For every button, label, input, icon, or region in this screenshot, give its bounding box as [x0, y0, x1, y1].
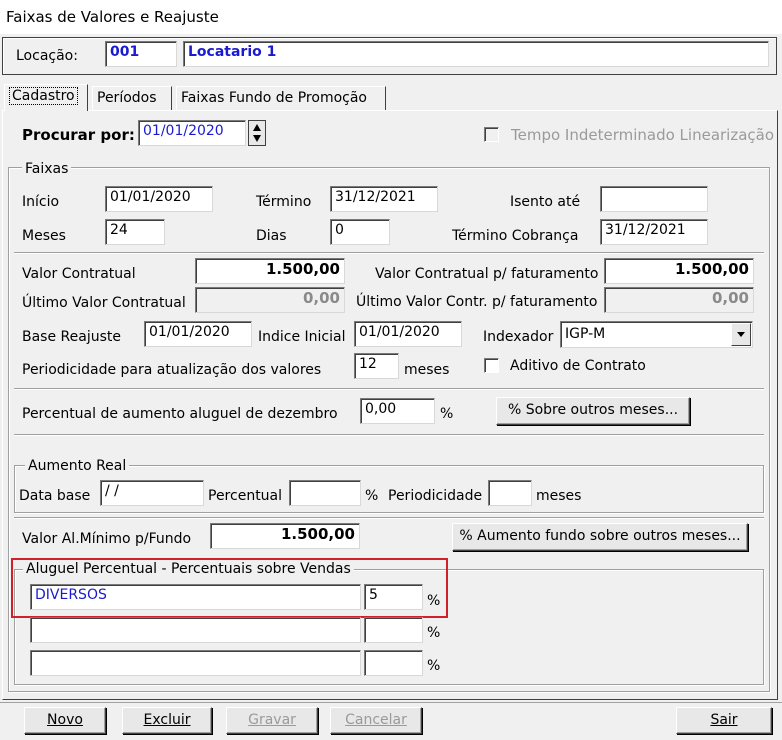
periodicidade-field[interactable]: 12	[354, 353, 399, 379]
valor-contratual-field[interactable]: 1.500,00	[195, 258, 345, 284]
ultimo-valor-fat-label: Último Valor Contr. p/ faturamento	[356, 294, 598, 310]
excluir-label: Excluir	[143, 712, 191, 728]
excluir-button[interactable]: Excluir	[122, 707, 212, 734]
aluguel-percent-field-2[interactable]	[364, 617, 423, 643]
aumento-fundo-button[interactable]: % Aumento fundo sobre outros meses...	[452, 523, 748, 551]
base-reajuste-label: Base Reajuste	[22, 329, 121, 345]
valor-contratual-label: Valor Contratual	[22, 266, 136, 282]
periodicidade-real-field[interactable]	[488, 480, 532, 506]
meses-field[interactable]: 24	[105, 219, 165, 245]
periodicidade-real-label: Periodicidade	[388, 488, 483, 504]
meses-label: Meses	[22, 228, 66, 244]
percentual-dez-label: Percentual de aumento aluguel de dezembr…	[22, 406, 338, 422]
periodicidade-label: Periodicidade para atualização dos valor…	[22, 362, 322, 378]
percent-sign: %	[427, 625, 441, 641]
separator	[14, 252, 764, 254]
separator	[14, 517, 764, 519]
sair-button[interactable]: Sair	[676, 707, 772, 734]
inicio-field[interactable]: 01/01/2020	[105, 186, 213, 212]
valor-contratual-fat-field[interactable]: 1.500,00	[604, 258, 754, 284]
tempo-indeterminado-label: Tempo Indeterminado Linearização	[511, 126, 775, 144]
inicio-label: Início	[22, 194, 60, 210]
dropdown-arrow-button[interactable]	[731, 323, 751, 346]
aluguel-desc-field-3[interactable]	[30, 650, 361, 676]
novo-button[interactable]: Novo	[24, 707, 106, 734]
indexador-select[interactable]: IGP-M	[560, 321, 753, 348]
aditivo-checkbox[interactable]	[484, 358, 499, 373]
tab-cadastro[interactable]: Cadastro	[4, 84, 88, 111]
separator	[14, 434, 764, 436]
gravar-label: Gravar	[248, 712, 296, 728]
novo-label: Novo	[47, 712, 83, 728]
ultimo-valor-field: 0,00	[195, 287, 345, 313]
isento-label: Isento até	[510, 194, 581, 210]
aluguel-percent-field-3[interactable]	[364, 650, 423, 676]
tab-periodos-label: Períodos	[97, 90, 157, 106]
percent-sign: %	[365, 488, 379, 504]
sobre-outros-meses-button[interactable]: % Sobre outros meses...	[496, 397, 690, 425]
percentual-dez-field[interactable]: 0,00	[360, 398, 435, 424]
separator	[14, 388, 764, 390]
aumento-real-title: Aumento Real	[25, 458, 130, 474]
locacao-label: Locação:	[16, 48, 78, 64]
tab-cadastro-label: Cadastro	[9, 87, 78, 105]
base-reajuste-field[interactable]: 01/01/2020	[144, 321, 252, 347]
periodicidade-real-unit: meses	[536, 488, 582, 504]
valor-contratual-fat-label: Valor Contratual p/ faturamento	[375, 266, 599, 282]
percent-sign: %	[427, 593, 441, 609]
tab-periodos[interactable]: Períodos	[92, 86, 172, 110]
valor-minimo-label: Valor Al.Mínimo p/Fundo	[22, 531, 192, 547]
gravar-button[interactable]: Gravar	[226, 707, 318, 734]
title-bar: Faixas de Valores e Reajuste	[0, 0, 782, 34]
locacao-code-field[interactable]: 001	[105, 41, 177, 67]
indexador-label: Indexador	[483, 329, 554, 345]
aluguel-desc-field-1[interactable]: DIVERSOS	[30, 584, 361, 610]
data-base-label: Data base	[19, 488, 91, 504]
aditivo-label: Aditivo de Contrato	[510, 358, 646, 374]
termino-label: Término	[256, 194, 312, 210]
search-date-field[interactable]: 01/01/2020	[138, 120, 246, 146]
aluguel-desc-field-2[interactable]	[30, 617, 361, 643]
termino-cobranca-field[interactable]: 31/12/2021	[600, 219, 708, 245]
indice-inicial-label: Indice Inicial	[258, 329, 346, 345]
spin-up-icon[interactable]	[253, 124, 261, 131]
data-base-field[interactable]: / /	[100, 480, 204, 506]
aluguel-percent-field-1[interactable]: 5	[364, 584, 423, 610]
periodicidade-unit: meses	[404, 362, 450, 378]
percentual-label: Percentual	[208, 488, 283, 504]
percent-sign: %	[427, 658, 441, 674]
percentual-field[interactable]	[289, 480, 361, 506]
indice-inicial-field[interactable]: 01/01/2020	[354, 321, 462, 347]
locacao-name-field[interactable]: Locatario 1	[183, 41, 769, 67]
window-title: Faixas de Valores e Reajuste	[6, 8, 219, 26]
sair-label: Sair	[710, 712, 738, 728]
tempo-indeterminado-checkbox[interactable]	[484, 127, 499, 142]
cancelar-label: Cancelar	[345, 712, 407, 728]
tab-faixas-fundo-label: Faixas Fundo de Promoção	[181, 90, 367, 106]
chevron-down-icon	[737, 332, 745, 337]
faixas-title: Faixas	[22, 161, 72, 177]
percent-sign: %	[440, 406, 454, 422]
search-spinner[interactable]	[248, 120, 266, 146]
search-label: Procurar por:	[22, 126, 135, 144]
dias-field[interactable]: 0	[330, 219, 390, 245]
indexador-value: IGP-M	[565, 326, 606, 342]
ultimo-valor-fat-field: 0,00	[604, 287, 754, 313]
termino-cobranca-label: Término Cobrança	[452, 228, 579, 244]
isento-field[interactable]	[600, 186, 708, 212]
cancelar-button[interactable]: Cancelar	[330, 707, 422, 734]
dias-label: Dias	[256, 228, 287, 244]
aluguel-percentual-title: Aluguel Percentual - Percentuais sobre V…	[23, 561, 354, 577]
ultimo-valor-label: Último Valor Contratual	[22, 295, 186, 311]
termino-field[interactable]: 31/12/2021	[330, 186, 438, 212]
tab-faixas-fundo[interactable]: Faixas Fundo de Promoção	[176, 86, 386, 110]
valor-minimo-field[interactable]: 1.500,00	[210, 523, 360, 549]
spin-down-icon[interactable]	[253, 135, 261, 142]
